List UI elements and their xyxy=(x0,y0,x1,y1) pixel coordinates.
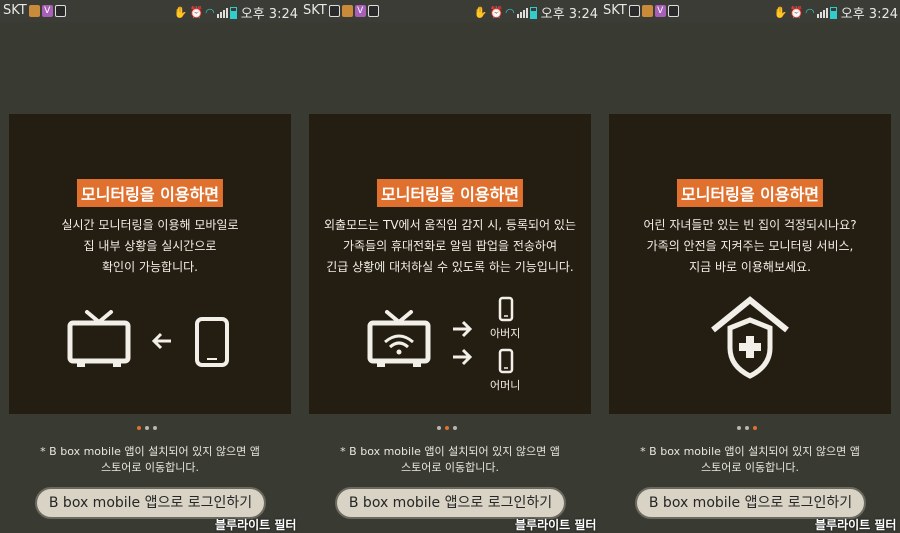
tv-icon xyxy=(67,310,131,367)
feature-card: 모니터링을 이용하면 실시간 모니터링을 이용해 모바일로 집 내부 상황을 실… xyxy=(9,114,291,414)
page-indicator xyxy=(137,426,157,430)
phone-status-icon xyxy=(667,4,679,17)
alarm-icon: ⏰ xyxy=(189,6,204,19)
alarm-icon: ⏰ xyxy=(789,6,804,19)
feature-card: 모니터링을 이용하면 외출모드는 TV에서 움직임 감지 시, 등록되어 있는 … xyxy=(309,114,591,414)
phone-icon xyxy=(498,296,514,322)
page-dot xyxy=(153,426,157,430)
carrier-label: SKT xyxy=(603,3,627,18)
v-app-icon: V xyxy=(654,4,666,17)
status-bar: SKT V ✋ ⏰ ◠ 오후 3:24 xyxy=(300,0,600,22)
page-dot xyxy=(737,426,741,430)
page-dot xyxy=(445,426,449,430)
clock: 오후 3:24 xyxy=(540,7,598,22)
wifi-icon: ◠ xyxy=(505,6,515,19)
battery-icon xyxy=(829,6,837,19)
status-bar: SKT V ✋ ⏰ ◠ 오후 3:24 xyxy=(600,0,900,22)
card-title: 모니터링을 이용하면 xyxy=(676,179,824,207)
install-note: * B box mobile 앱이 설치되어 있지 않으면 앱 스토어로 이동합… xyxy=(340,445,560,474)
card-title: 모니터링을 이용하면 xyxy=(76,179,224,207)
clock: 오후 3:24 xyxy=(840,7,898,22)
page-dot xyxy=(753,426,757,430)
notification-app-icon xyxy=(341,4,353,17)
alarm-icon: ⏰ xyxy=(489,6,504,19)
v-app-icon: V xyxy=(354,4,366,17)
bluelight-filter-label: 블루라이트 필터 xyxy=(515,518,597,532)
phone-status-icon xyxy=(367,4,379,17)
home-shield-icon xyxy=(711,296,789,379)
onboarding-panel-3: SKT V ✋ ⏰ ◠ 오후 3:24 모니터링을 이용하면 어린 자녀들만 있… xyxy=(600,0,900,533)
hand-icon: ✋ xyxy=(173,6,188,19)
v-app-icon: V xyxy=(41,4,53,17)
page-indicator xyxy=(737,426,757,430)
arrow-right-icon xyxy=(453,348,473,366)
hand-icon: ✋ xyxy=(473,6,488,19)
login-button[interactable]: B box mobile 앱으로 로그인하기 xyxy=(35,487,266,519)
wifi-icon: ◠ xyxy=(805,6,815,19)
gallery-icon xyxy=(628,4,640,17)
phone-icon xyxy=(195,317,229,367)
install-note: * B box mobile 앱이 설치되어 있지 않으면 앱 스토어로 이동합… xyxy=(640,445,860,474)
onboarding-panel-1: SKT V ✋ ⏰ ◠ 오후 3:24 모니터링을 이용하면 실시간 모니터링을… xyxy=(0,0,300,533)
gallery-icon xyxy=(328,4,340,17)
clock: 오후 3:24 xyxy=(240,7,298,22)
bluelight-filter-label: 블루라이트 필터 xyxy=(215,518,297,532)
card-description: 실시간 모니터링을 이용해 모바일로 집 내부 상황을 실시간으로 확인이 가능… xyxy=(61,218,239,274)
login-button[interactable]: B box mobile 앱으로 로그인하기 xyxy=(635,487,866,519)
notification-app-icon xyxy=(28,4,40,17)
notification-app-icon xyxy=(641,4,653,17)
page-dot xyxy=(137,426,141,430)
arrow-right-icon xyxy=(453,320,473,338)
login-button[interactable]: B box mobile 앱으로 로그인하기 xyxy=(335,487,566,519)
carrier-label: SKT xyxy=(303,3,327,18)
page-dot xyxy=(745,426,749,430)
onboarding-panel-2: SKT V ✋ ⏰ ◠ 오후 3:24 모니터링을 이용하면 외출모드는 TV에… xyxy=(300,0,600,533)
page-indicator xyxy=(437,426,457,430)
battery-icon xyxy=(529,6,537,19)
status-bar: SKT V ✋ ⏰ ◠ 오후 3:24 xyxy=(0,0,300,22)
recipient-father-label: 아버지 xyxy=(490,327,521,340)
signal-icon xyxy=(216,7,228,18)
install-note: * B box mobile 앱이 설치되어 있지 않으면 앱 스토어로 이동합… xyxy=(40,445,260,474)
wifi-icon: ◠ xyxy=(205,6,215,19)
card-description: 외출모드는 TV에서 움직임 감지 시, 등록되어 있는 가족들의 휴대전화로 … xyxy=(323,218,576,274)
card-title: 모니터링을 이용하면 xyxy=(376,179,524,207)
arrow-left-icon xyxy=(151,332,171,350)
feature-card: 모니터링을 이용하면 어린 자녀들만 있는 빈 집이 걱정되시나요? 가족의 안… xyxy=(609,114,891,414)
phone-icon xyxy=(498,348,514,374)
tv-wifi-icon xyxy=(367,310,431,367)
phone-status-icon xyxy=(54,4,66,17)
card-description: 어린 자녀들만 있는 빈 집이 걱정되시나요? 가족의 안전을 지켜주는 모니터… xyxy=(643,218,857,274)
page-dot xyxy=(453,426,457,430)
signal-icon xyxy=(816,7,828,18)
carrier-label: SKT xyxy=(3,3,27,18)
signal-icon xyxy=(516,7,528,18)
battery-icon xyxy=(229,6,237,19)
page-dot xyxy=(437,426,441,430)
bluelight-filter-label: 블루라이트 필터 xyxy=(815,518,897,532)
recipient-mother-label: 어머니 xyxy=(490,379,521,392)
page-dot xyxy=(145,426,149,430)
hand-icon: ✋ xyxy=(773,6,788,19)
